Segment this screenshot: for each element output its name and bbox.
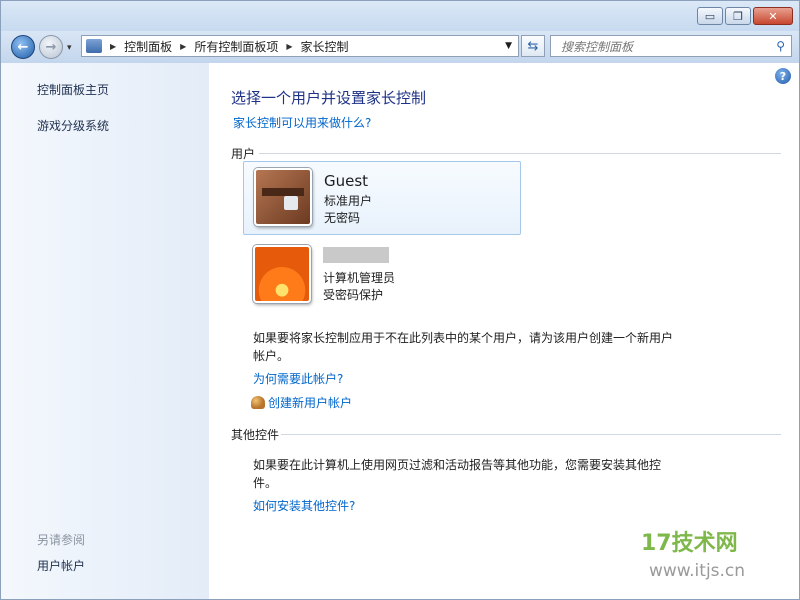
sidebar-link-game-ratings[interactable]: 游戏分级系统 bbox=[37, 117, 109, 134]
control-panel-icon bbox=[86, 39, 102, 53]
briefcase-avatar bbox=[254, 168, 312, 226]
content-area: 控制面板主页 游戏分级系统 另请参阅 用户帐户 ? 选择一个用户并设置家长控制 … bbox=[1, 63, 799, 599]
create-account-row[interactable]: 创建新用户帐户 bbox=[251, 394, 352, 411]
refresh-button[interactable]: ⇆ bbox=[521, 35, 545, 57]
watermark: 17技术网 www.itjs.cn bbox=[641, 525, 791, 595]
search-box[interactable]: ⚲ bbox=[550, 35, 792, 57]
create-user-text: 如果要将家长控制应用于不在此列表中的某个用户，请为该用户创建一个新用户帐户。 bbox=[253, 331, 674, 363]
why-account-link[interactable]: 为何需要此帐户? bbox=[253, 370, 343, 387]
see-also-heading: 另请参阅 bbox=[37, 533, 86, 547]
title-bar: ▭ ❐ ✕ bbox=[1, 1, 799, 33]
other-controls-divider bbox=[281, 434, 781, 435]
user-type: 标准用户 bbox=[324, 194, 373, 208]
navigation-bar: ← → ▾ ▶ 控制面板 ▶ 所有控制面板项 ▶ 家长控制 ▼ ⇆ ⚲ bbox=[1, 31, 799, 63]
help-icon[interactable]: ? bbox=[775, 68, 791, 84]
user-password-status: 无密码 bbox=[324, 211, 361, 225]
users-divider bbox=[259, 153, 781, 154]
install-controls-link[interactable]: 如何安装其他控件? bbox=[253, 497, 355, 514]
watermark-logo: 17技术网 bbox=[641, 531, 738, 556]
window-controls: ▭ ❐ ✕ bbox=[695, 7, 793, 25]
maximize-button[interactable]: ❐ bbox=[725, 7, 751, 25]
page-title: 选择一个用户并设置家长控制 bbox=[231, 89, 427, 107]
user-tile-admin[interactable]: 计算机管理员 受密码保护 bbox=[243, 239, 521, 313]
recent-pages-dropdown-icon[interactable]: ▾ bbox=[67, 43, 72, 53]
breadcrumb-separator-icon[interactable]: ▶ bbox=[110, 42, 116, 51]
create-account-link[interactable]: 创建新用户帐户 bbox=[268, 396, 352, 410]
address-bar[interactable]: ▶ 控制面板 ▶ 所有控制面板项 ▶ 家长控制 ▼ bbox=[81, 35, 519, 57]
other-controls-text: 如果要在此计算机上使用网页过滤和活动报告等其他功能，您需要安装其他控件。 bbox=[253, 458, 662, 490]
other-controls-heading: 其他控件 bbox=[231, 428, 280, 442]
search-icon[interactable]: ⚲ bbox=[776, 39, 785, 53]
briefcase-stamp bbox=[284, 196, 298, 210]
close-button[interactable]: ✕ bbox=[753, 7, 793, 25]
sidebar-link-control-panel-home[interactable]: 控制面板主页 bbox=[37, 81, 109, 98]
what-can-do-link[interactable]: 家长控制可以用来做什么? bbox=[233, 114, 371, 131]
back-button[interactable]: ← bbox=[11, 35, 35, 59]
user-name: Guest bbox=[324, 172, 369, 190]
breadcrumb-control-panel[interactable]: 控制面板 bbox=[124, 38, 172, 55]
breadcrumb-parental-controls[interactable]: 家长控制 bbox=[301, 38, 349, 55]
sidebar: 控制面板主页 游戏分级系统 另请参阅 用户帐户 bbox=[1, 63, 209, 599]
briefcase-strap bbox=[262, 188, 304, 196]
user-type: 计算机管理员 bbox=[323, 271, 396, 285]
refresh-icon: ⇆ bbox=[527, 38, 539, 54]
breadcrumb-separator-icon[interactable]: ▶ bbox=[286, 42, 292, 51]
redacted-user-name bbox=[323, 247, 389, 263]
search-input[interactable] bbox=[559, 37, 763, 57]
user-tile-guest[interactable]: Guest 标准用户 无密码 bbox=[243, 161, 521, 235]
sidebar-link-user-accounts[interactable]: 用户帐户 bbox=[37, 557, 85, 574]
minimize-button[interactable]: ▭ bbox=[697, 7, 723, 25]
add-user-icon bbox=[251, 396, 265, 409]
breadcrumb-all-items[interactable]: 所有控制面板项 bbox=[194, 38, 278, 55]
breadcrumb-separator-icon[interactable]: ▶ bbox=[180, 42, 186, 51]
user-password-status: 受密码保护 bbox=[323, 288, 384, 302]
main-panel: ? 选择一个用户并设置家长控制 家长控制可以用来做什么? 用户 Guest 标准… bbox=[209, 63, 799, 599]
forward-button[interactable]: → bbox=[39, 35, 63, 59]
flower-avatar bbox=[253, 245, 311, 303]
address-dropdown-icon[interactable]: ▼ bbox=[505, 41, 512, 51]
control-panel-window: ▭ ❐ ✕ ← → ▾ ▶ 控制面板 ▶ 所有控制面板项 ▶ 家长控制 ▼ ⇆ … bbox=[0, 0, 800, 600]
users-heading: 用户 bbox=[231, 147, 256, 161]
watermark-url: www.itjs.cn bbox=[649, 561, 746, 581]
